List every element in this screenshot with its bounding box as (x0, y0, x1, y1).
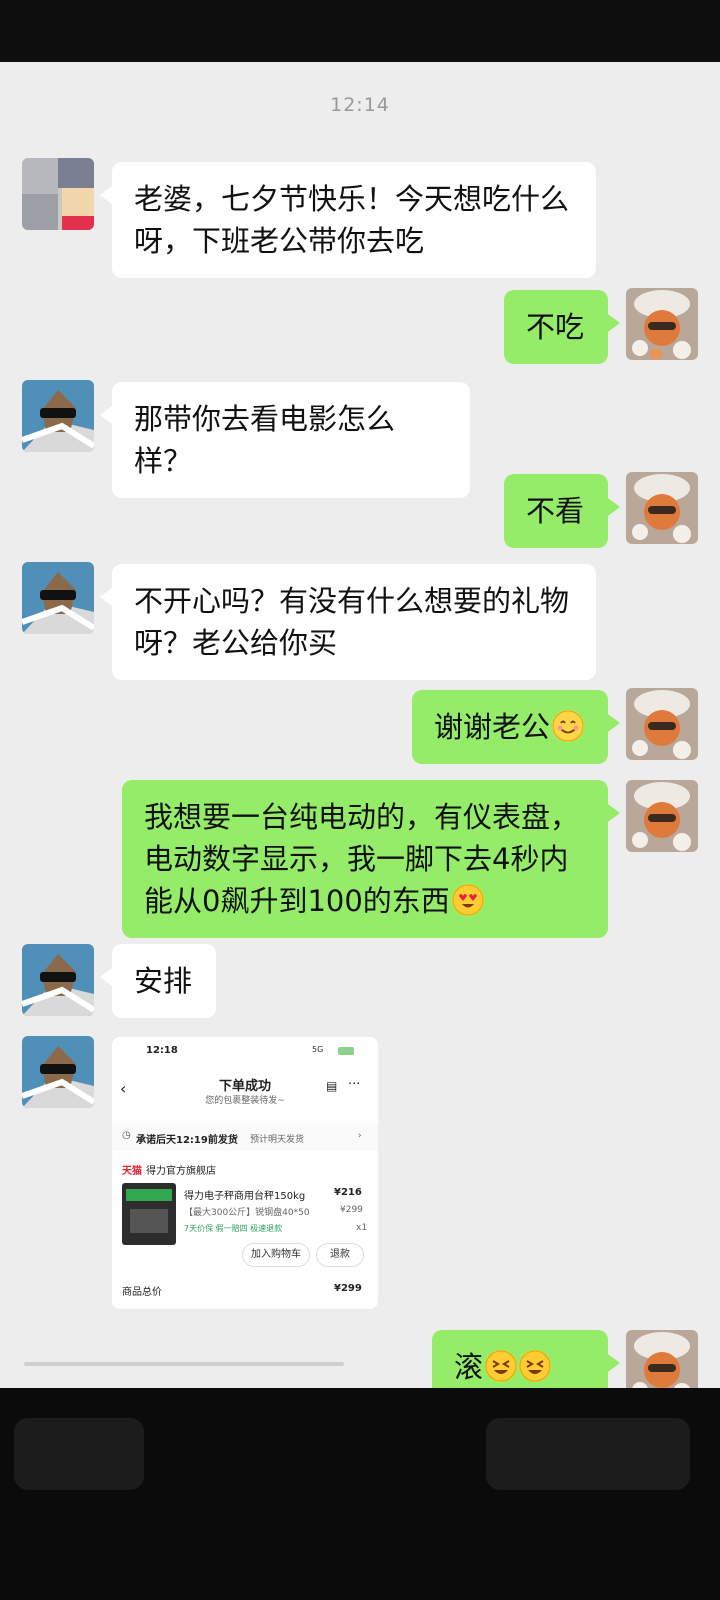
message-text: 安排 (134, 964, 193, 998)
product-spec: 【最大300公斤】锐钢盘40*50 (184, 1208, 310, 1218)
outgoing-message[interactable]: 不看 (504, 474, 620, 548)
right-bottom-button[interactable] (486, 1418, 690, 1490)
price-paid: ¥216 (334, 1187, 362, 1198)
order-screenshot-image[interactable]: 12:18 5G ‹ 下单成功 您的包裹整装待发~ ▤ ··· ◷ 承诺后天12… (112, 1037, 378, 1309)
original-price: ¥299 (340, 1205, 363, 1215)
my-avatar[interactable] (626, 688, 698, 760)
message-text: 谢谢老公 (434, 710, 551, 744)
my-avatar[interactable] (626, 472, 698, 544)
refund-button[interactable]: 退款 (316, 1243, 364, 1267)
message-timestamp: 12:14 (330, 94, 390, 116)
total-label: 商品总价 (122, 1287, 162, 1298)
heart-eyes-icon (451, 884, 484, 916)
incoming-message[interactable]: 老婆，七夕节快乐！今天想吃什么呀，下班老公带你去吃 (100, 162, 596, 278)
chevron-right-icon: › (358, 1131, 362, 1141)
laughing-icon (519, 1350, 552, 1382)
message-text: 我想要一台纯电动的，有仪表盘，电动数字显示，我一脚下去4秒内能从0飙升到100的… (144, 800, 580, 918)
product-thumbnail[interactable] (122, 1183, 176, 1245)
ship-promise: 承诺后天12:19前发货 (136, 1135, 238, 1146)
quantity: x1 (356, 1223, 368, 1233)
contact-avatar[interactable] (22, 562, 94, 634)
store-name[interactable]: 得力官方旗舰店 (146, 1162, 216, 1177)
contact-avatar[interactable] (22, 1036, 94, 1108)
left-bottom-button[interactable] (14, 1418, 144, 1490)
my-avatar[interactable] (626, 780, 698, 852)
screenshot-title: 下单成功 (218, 1079, 271, 1094)
top-status-area (0, 0, 720, 62)
total-value: ¥299 (334, 1283, 362, 1294)
contact-avatar[interactable] (22, 944, 94, 1016)
incoming-message[interactable]: 不开心吗？有没有什么想要的礼物呀？老公给你买 (100, 564, 596, 680)
message-text: 不吃 (526, 310, 585, 344)
product-name[interactable]: 得力电子秤商用台秤150kg (184, 1187, 305, 1202)
screenshot-subtitle: 您的包裹整装待发~ (205, 1096, 285, 1106)
screenshot-status-time: 12:18 (146, 1045, 178, 1056)
service-tags: 7天价保 假一赔四 极速退款 (184, 1224, 283, 1233)
clipboard-icon[interactable]: ▤ (326, 1079, 337, 1093)
message-text: 老婆，七夕节快乐！今天想吃什么呀，下班老公带你去吃 (134, 182, 570, 258)
add-to-cart-button[interactable]: 加入购物车 (242, 1243, 310, 1267)
message-text: 不看 (526, 494, 585, 528)
contact-avatar[interactable] (22, 380, 94, 452)
message-text: 那带你去看电影怎么样？ (134, 402, 396, 478)
battery-icon (338, 1047, 354, 1055)
incoming-message[interactable]: 安排 (100, 944, 216, 1018)
clock-icon: ◷ (122, 1130, 131, 1141)
outgoing-message[interactable]: 不吃 (504, 290, 620, 364)
chat-area[interactable]: 12:14 老婆，七夕节快乐！今天想吃什么呀，下班老公带你去吃 不吃 那带你去看… (0, 62, 720, 1415)
ship-note: 预计明天发货 (250, 1135, 305, 1145)
laughing-icon (485, 1350, 518, 1382)
scroll-indicator[interactable] (24, 1362, 344, 1366)
outgoing-message[interactable]: 谢谢老公 (412, 690, 620, 764)
more-icon[interactable]: ··· (348, 1077, 360, 1092)
my-avatar[interactable] (626, 288, 698, 360)
message-text: 滚 (454, 1350, 484, 1384)
outgoing-message[interactable]: 我想要一台纯电动的，有仪表盘，电动数字显示，我一脚下去4秒内能从0飙升到100的… (122, 780, 620, 938)
message-text: 不开心吗？有没有什么想要的礼物呀？老公给你买 (134, 584, 570, 660)
incoming-message[interactable]: 那带你去看电影怎么样？ (100, 382, 470, 498)
screenshot-signal: 5G (312, 1045, 324, 1054)
tmall-badge: 天猫 (122, 1166, 142, 1177)
smile-icon (552, 710, 585, 742)
contact-avatar[interactable] (22, 158, 94, 230)
